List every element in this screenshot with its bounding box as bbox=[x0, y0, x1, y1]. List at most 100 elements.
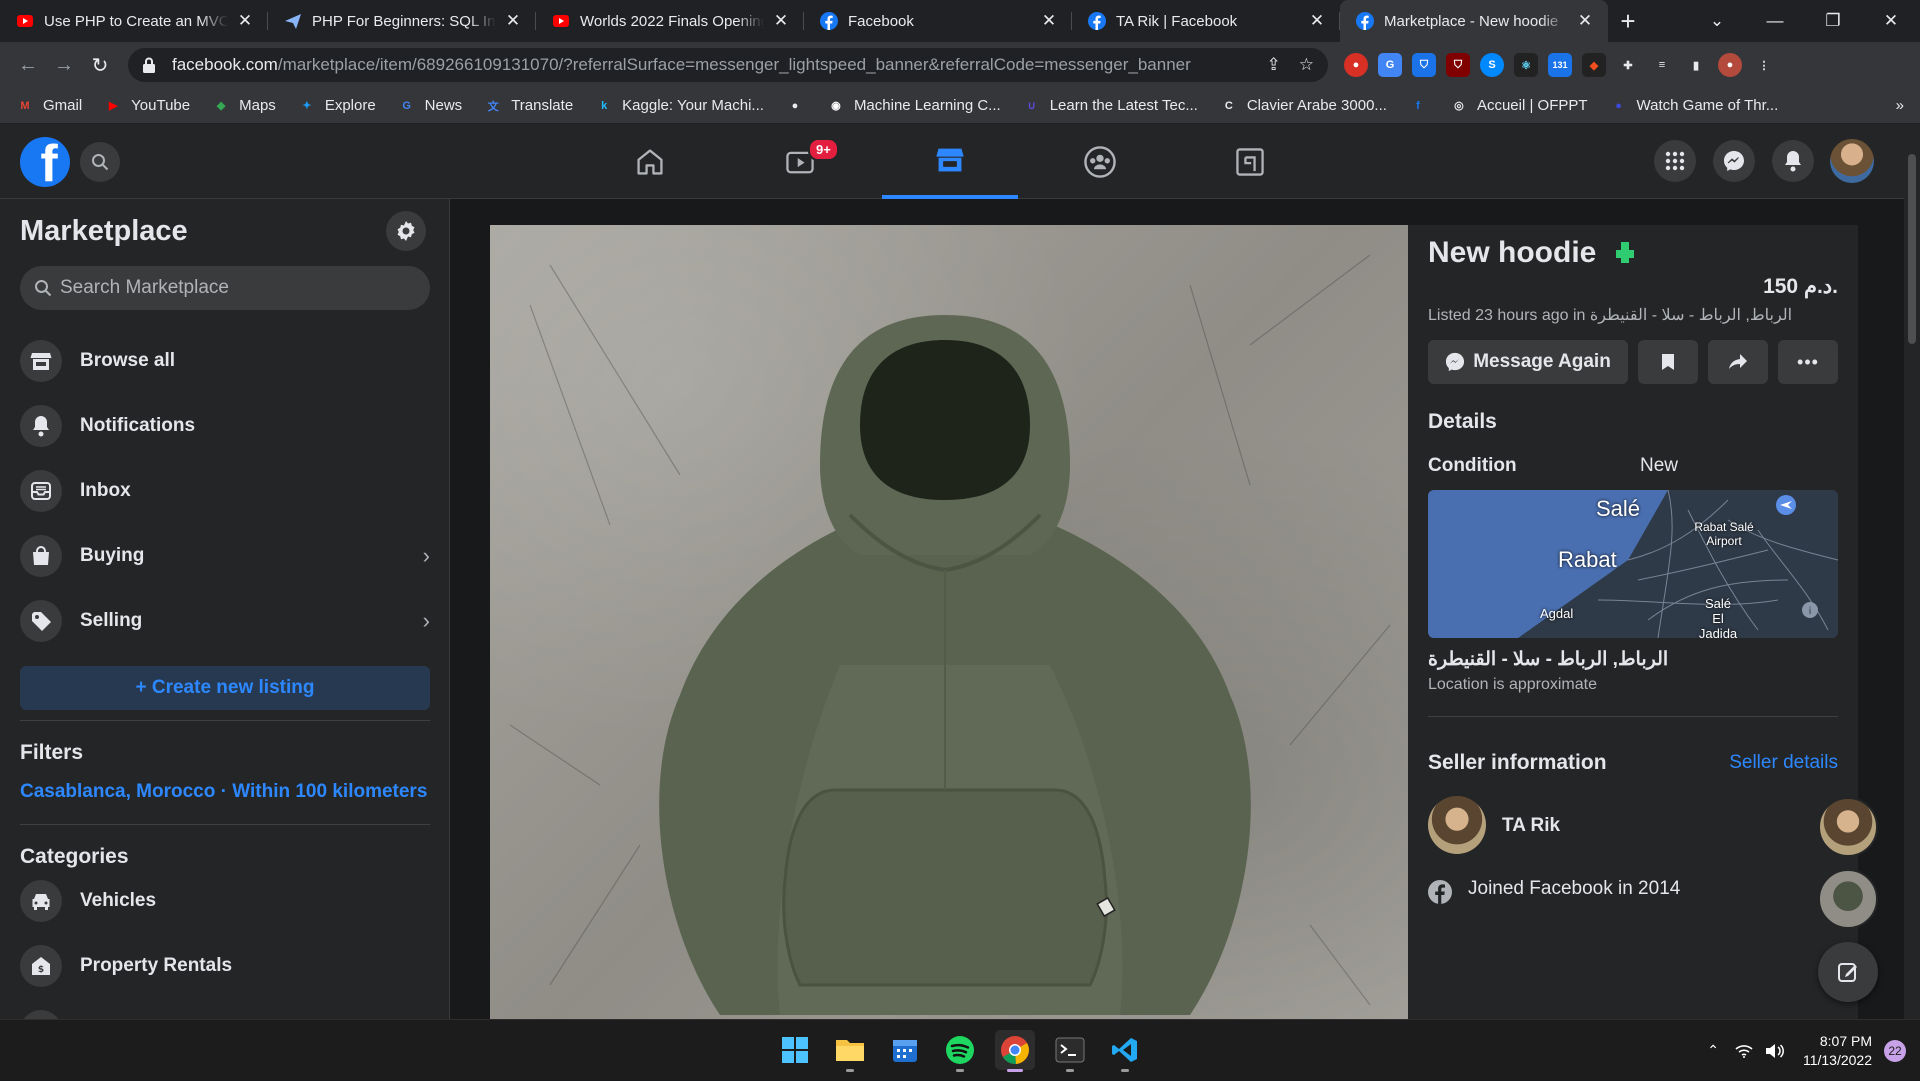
translate-extension-icon[interactable]: G bbox=[1378, 53, 1402, 77]
bookmark-item[interactable]: 文 Translate bbox=[484, 97, 573, 115]
lock-icon[interactable] bbox=[142, 57, 158, 73]
seller-details-link[interactable]: Seller details bbox=[1729, 752, 1838, 774]
minimize-button[interactable]: — bbox=[1746, 11, 1804, 31]
react-devtools-icon[interactable]: ⚛ bbox=[1514, 53, 1538, 77]
share-icon[interactable]: ⇪ bbox=[1267, 55, 1281, 75]
chevron-up-icon[interactable]: ⌃ bbox=[1707, 1042, 1719, 1059]
browser-tab[interactable]: Facebook ✕ bbox=[804, 0, 1072, 42]
bookmark-item[interactable]: k Kaggle: Your Machi... bbox=[595, 97, 764, 115]
marketplace-search[interactable] bbox=[20, 266, 430, 310]
browser-tab[interactable]: TA Rik | Facebook ✕ bbox=[1072, 0, 1340, 42]
sidebar-item-notifications[interactable]: Notifications bbox=[20, 398, 430, 454]
account-avatar[interactable] bbox=[1830, 139, 1874, 183]
calendar-extension-icon[interactable]: 131 bbox=[1548, 53, 1572, 77]
browser-tab[interactable]: Marketplace - New hoodie ✕ bbox=[1340, 0, 1608, 42]
browser-tab[interactable]: Use PHP to Create an MVC ✕ bbox=[0, 0, 268, 42]
calendar-app-button[interactable] bbox=[885, 1030, 925, 1070]
messenger-button[interactable] bbox=[1713, 140, 1755, 182]
back-button[interactable]: ← bbox=[10, 47, 46, 83]
clock[interactable]: 8:07 PM 11/13/2022 bbox=[1803, 1032, 1872, 1070]
close-window-button[interactable]: ✕ bbox=[1862, 11, 1920, 31]
facebook-search-button[interactable] bbox=[80, 142, 120, 182]
more-options-button[interactable]: ••• bbox=[1778, 340, 1838, 384]
close-tab-icon[interactable]: ✕ bbox=[236, 11, 254, 31]
side-panel-icon[interactable]: ▮ bbox=[1684, 53, 1708, 77]
sidebar-item-browse-all[interactable]: Browse all bbox=[20, 333, 430, 389]
sidebar-item-buying[interactable]: Buying › bbox=[20, 528, 430, 584]
forward-button[interactable]: → bbox=[46, 47, 82, 83]
bookmark-star-icon[interactable]: ☆ bbox=[1299, 55, 1314, 75]
seller-name[interactable]: TA Rik bbox=[1502, 815, 1560, 837]
volume-icon[interactable] bbox=[1765, 1043, 1785, 1059]
nav-gaming-tab[interactable] bbox=[1182, 124, 1318, 199]
chat-head-listing[interactable] bbox=[1818, 869, 1878, 929]
sidebar-item-inbox[interactable]: Inbox bbox=[20, 463, 430, 519]
figma-extension-icon[interactable]: ◆ bbox=[1582, 53, 1606, 77]
bookmark-item[interactable]: ▶ YouTube bbox=[104, 97, 190, 115]
close-tab-icon[interactable]: ✕ bbox=[1308, 11, 1326, 31]
location-filter-link[interactable]: Casablanca, Morocco · Within 100 kilomet… bbox=[20, 781, 427, 803]
marketplace-search-input[interactable] bbox=[60, 277, 400, 299]
extension-icon[interactable]: ● bbox=[1344, 53, 1368, 77]
browser-tab[interactable]: Worlds 2022 Finals Opening ✕ bbox=[536, 0, 804, 42]
nav-watch-tab[interactable] bbox=[732, 124, 868, 199]
bookmark-item[interactable]: ∪ Learn the Latest Tec... bbox=[1023, 97, 1198, 115]
nav-groups-tab[interactable] bbox=[1032, 124, 1168, 199]
wifi-icon[interactable] bbox=[1735, 1044, 1753, 1058]
new-message-button[interactable] bbox=[1818, 942, 1878, 1002]
message-again-button[interactable]: Message Again bbox=[1428, 340, 1628, 384]
bookmark-item[interactable]: f bbox=[1409, 97, 1436, 115]
bookmark-item[interactable]: M Gmail bbox=[16, 97, 82, 115]
ublock-extension-icon[interactable]: ⛉ bbox=[1446, 53, 1470, 77]
seller-avatar[interactable] bbox=[1428, 796, 1486, 854]
bookmark-item[interactable]: G News bbox=[398, 97, 462, 115]
vscode-button[interactable] bbox=[1105, 1030, 1145, 1072]
close-tab-icon[interactable]: ✕ bbox=[504, 11, 522, 31]
browser-menu-icon[interactable]: ⋮ bbox=[1752, 53, 1776, 77]
bookmark-item[interactable]: C Clavier Arabe 3000... bbox=[1220, 97, 1387, 115]
shazam-extension-icon[interactable]: S bbox=[1480, 53, 1504, 77]
nav-home-tab[interactable] bbox=[582, 124, 718, 199]
more-bookmarks-icon[interactable]: » bbox=[1896, 97, 1904, 114]
close-tab-icon[interactable]: ✕ bbox=[772, 11, 790, 31]
category-vehicles[interactable]: Vehicles bbox=[20, 873, 430, 929]
menu-grid-button[interactable] bbox=[1654, 140, 1696, 182]
close-tab-icon[interactable]: ✕ bbox=[1576, 11, 1594, 31]
category-next[interactable] bbox=[20, 1003, 430, 1019]
reload-button[interactable]: ↻ bbox=[82, 47, 118, 83]
share-button[interactable] bbox=[1708, 340, 1768, 384]
close-tab-icon[interactable]: ✕ bbox=[1040, 11, 1058, 31]
bookmark-item[interactable]: ● Watch Game of Thr... bbox=[1610, 97, 1778, 115]
location-map[interactable]: i Salé Rabat Rabat Salé Airport Agdal Sa… bbox=[1428, 490, 1838, 638]
maximize-button[interactable]: ❐ bbox=[1804, 11, 1862, 31]
browser-tab[interactable]: PHP For Beginners: SQL Inje ✕ bbox=[268, 0, 536, 42]
marketplace-settings-button[interactable] bbox=[386, 211, 426, 251]
bookmark-item[interactable]: ◎ Accueil | OFPPT bbox=[1450, 97, 1587, 115]
shield-extension-icon[interactable]: ⛉ bbox=[1412, 53, 1436, 77]
terminal-button[interactable] bbox=[1050, 1030, 1090, 1072]
omnibox[interactable]: facebook.com/marketplace/item/6892661091… bbox=[128, 48, 1328, 82]
bookmark-item[interactable]: ◆ Maps bbox=[212, 97, 276, 115]
puzzle-extensions-icon[interactable]: ✚ bbox=[1616, 53, 1640, 77]
create-listing-button[interactable]: + Create new listing bbox=[20, 666, 430, 710]
notification-center-badge[interactable]: 22 bbox=[1884, 1039, 1906, 1062]
bookmark-item[interactable]: ● bbox=[786, 97, 813, 115]
page-scrollbar[interactable] bbox=[1904, 124, 1920, 1019]
bookmark-item[interactable]: ✦ Explore bbox=[298, 97, 375, 115]
notifications-button[interactable] bbox=[1772, 140, 1814, 182]
category-property-rentals[interactable]: $ Property Rentals bbox=[20, 938, 430, 994]
chrome-button[interactable] bbox=[995, 1030, 1035, 1072]
bookmark-item[interactable]: ◉ Machine Learning C... bbox=[827, 97, 1001, 115]
reading-list-icon[interactable]: ≡ bbox=[1650, 53, 1674, 77]
tab-search-icon[interactable]: ⌄ bbox=[1688, 11, 1746, 31]
scrollbar-thumb[interactable] bbox=[1908, 154, 1916, 344]
spotify-button[interactable] bbox=[940, 1030, 980, 1072]
save-button[interactable] bbox=[1638, 340, 1698, 384]
listing-photo[interactable] bbox=[490, 225, 1408, 1019]
nav-marketplace-tab[interactable] bbox=[882, 124, 1018, 199]
start-button[interactable] bbox=[775, 1030, 815, 1070]
chat-head-avatar[interactable] bbox=[1818, 797, 1878, 857]
profile-avatar[interactable]: ● bbox=[1718, 53, 1742, 77]
facebook-logo[interactable]: f bbox=[20, 137, 70, 187]
file-explorer-button[interactable] bbox=[830, 1030, 870, 1072]
